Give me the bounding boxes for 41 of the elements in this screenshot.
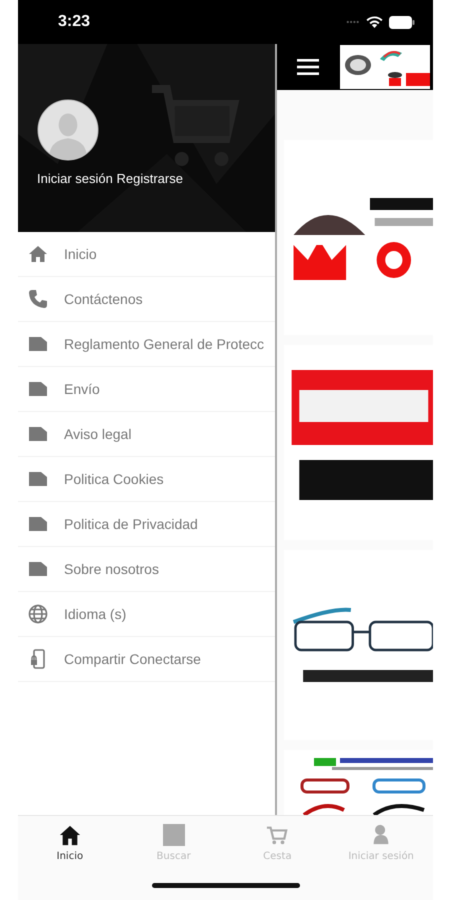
avatar-icon (37, 99, 99, 161)
page-icon (28, 514, 48, 534)
battery-icon (389, 16, 415, 28)
menu-item[interactable]: Inicio (18, 232, 275, 277)
wifi-icon (366, 16, 383, 28)
menu-label: Envío (64, 381, 100, 397)
menu-label: Inicio (64, 246, 97, 262)
menu-label: Reglamento General de Protecc (64, 336, 264, 352)
menu-label: Idioma (s) (64, 606, 126, 622)
menu-item[interactable]: Envío (18, 367, 275, 412)
menu-item[interactable]: Contáctenos (18, 277, 275, 322)
menu-item[interactable]: Reglamento General de Protecc (18, 322, 275, 367)
menu-label: Sobre nosotros (64, 561, 159, 577)
status-time: 3:23 (58, 13, 90, 31)
menu-icon[interactable] (297, 59, 319, 75)
phone-icon (28, 289, 48, 309)
menu-item[interactable]: Aviso legal (18, 412, 275, 457)
menu-label: Compartir Conectarse (64, 651, 201, 667)
globe-icon (28, 604, 48, 624)
menu-item[interactable]: Politica de Privacidad (18, 502, 275, 547)
page-icon (28, 559, 48, 579)
house-icon (58, 824, 81, 846)
home-icon (28, 244, 48, 264)
page-icon (28, 334, 48, 354)
menu-item[interactable]: Compartir Conectarse (18, 637, 275, 682)
menu-item[interactable]: Politica Cookies (18, 457, 275, 502)
page-icon (28, 379, 48, 399)
menu-label: Aviso legal (64, 426, 132, 442)
signal-icon (346, 20, 360, 24)
cart-icon (266, 824, 288, 846)
menu-label: Politica Cookies (64, 471, 164, 487)
phone-lock-icon (28, 649, 48, 669)
menu-label: Contáctenos (64, 291, 143, 307)
menu-item[interactable]: Idioma (s) (18, 592, 275, 637)
auth-link[interactable]: Iniciar sesión Registrarse (37, 171, 183, 186)
menu-item[interactable]: Sobre nosotros (18, 547, 275, 592)
tab[interactable]: Inicio (18, 816, 122, 870)
square-icon (162, 824, 185, 846)
page-icon (28, 469, 48, 489)
menu-label: Politica de Privacidad (64, 516, 198, 532)
page-icon (28, 424, 48, 444)
